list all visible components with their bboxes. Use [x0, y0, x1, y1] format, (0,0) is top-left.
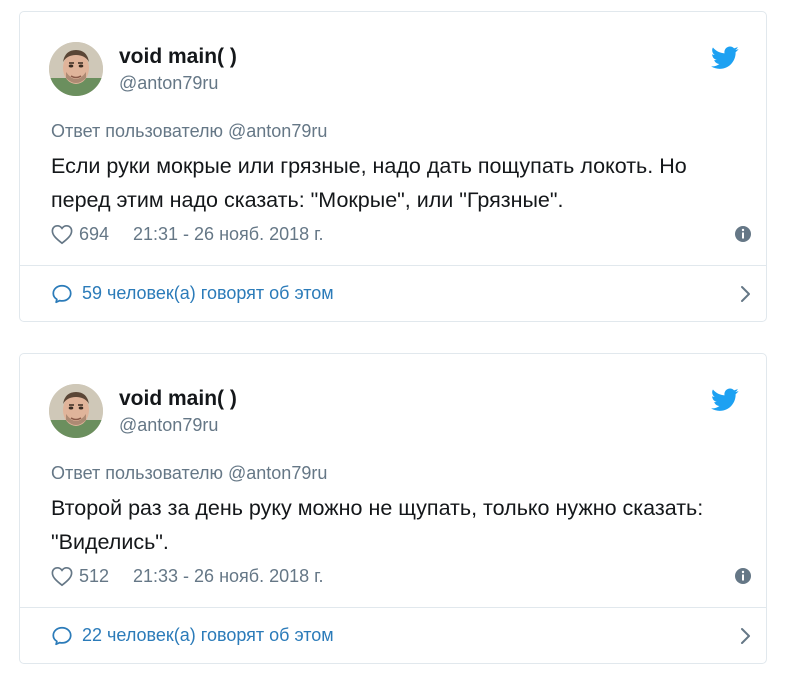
- display-name[interactable]: void main( ): [119, 387, 237, 411]
- info-icon[interactable]: [734, 225, 752, 243]
- avatar[interactable]: [49, 384, 103, 438]
- conversation-link[interactable]: 22 человек(а) говорят об этом: [82, 625, 334, 646]
- tweet-text: Второй раз за день руку можно не щупать,…: [51, 496, 704, 554]
- speech-bubble-icon: [52, 626, 72, 646]
- conversation-row[interactable]: 22 человек(а) говорят об этом: [51, 608, 750, 664]
- tweet-header: void main( ) @anton79ru: [49, 384, 739, 438]
- twitter-bird-icon[interactable]: [711, 388, 739, 412]
- chevron-right-icon[interactable]: [739, 285, 753, 303]
- avatar[interactable]: [49, 42, 103, 96]
- like-count: 512: [79, 566, 110, 586]
- conversation-row[interactable]: 59 человек(а) говорят об этом: [51, 266, 750, 322]
- like-count: 694: [79, 224, 110, 244]
- display-name[interactable]: void main( ): [119, 45, 237, 69]
- chevron-right-icon[interactable]: [739, 627, 753, 645]
- tweet-meta: 694 21:31 - 26 нояб. 2018 г.: [51, 223, 751, 247]
- tweet-text: Если руки мокрые или грязные, надо дать …: [51, 154, 687, 212]
- heart-icon[interactable]: [51, 224, 73, 245]
- tweet-card: void main( ) @anton79ru Ответ пользовате…: [19, 11, 767, 322]
- twitter-bird-icon[interactable]: [711, 46, 739, 70]
- user-handle[interactable]: @anton79ru: [119, 73, 218, 94]
- conversation-link[interactable]: 59 человек(а) говорят об этом: [82, 283, 334, 304]
- reply-to-label: Ответ пользователю @anton79ru: [51, 463, 328, 483]
- tweet-meta: 512 21:33 - 26 нояб. 2018 г.: [51, 565, 751, 589]
- tweet-header: void main( ) @anton79ru: [49, 42, 739, 96]
- reply-to-label: Ответ пользователю @anton79ru: [51, 121, 328, 141]
- timestamp[interactable]: 21:33 - 26 нояб. 2018 г.: [133, 566, 324, 587]
- heart-icon[interactable]: [51, 566, 73, 587]
- user-handle[interactable]: @anton79ru: [119, 415, 218, 436]
- info-icon[interactable]: [734, 567, 752, 585]
- timestamp[interactable]: 21:31 - 26 нояб. 2018 г.: [133, 224, 324, 245]
- speech-bubble-icon: [52, 284, 72, 304]
- tweet-card: void main( ) @anton79ru Ответ пользовате…: [19, 353, 767, 664]
